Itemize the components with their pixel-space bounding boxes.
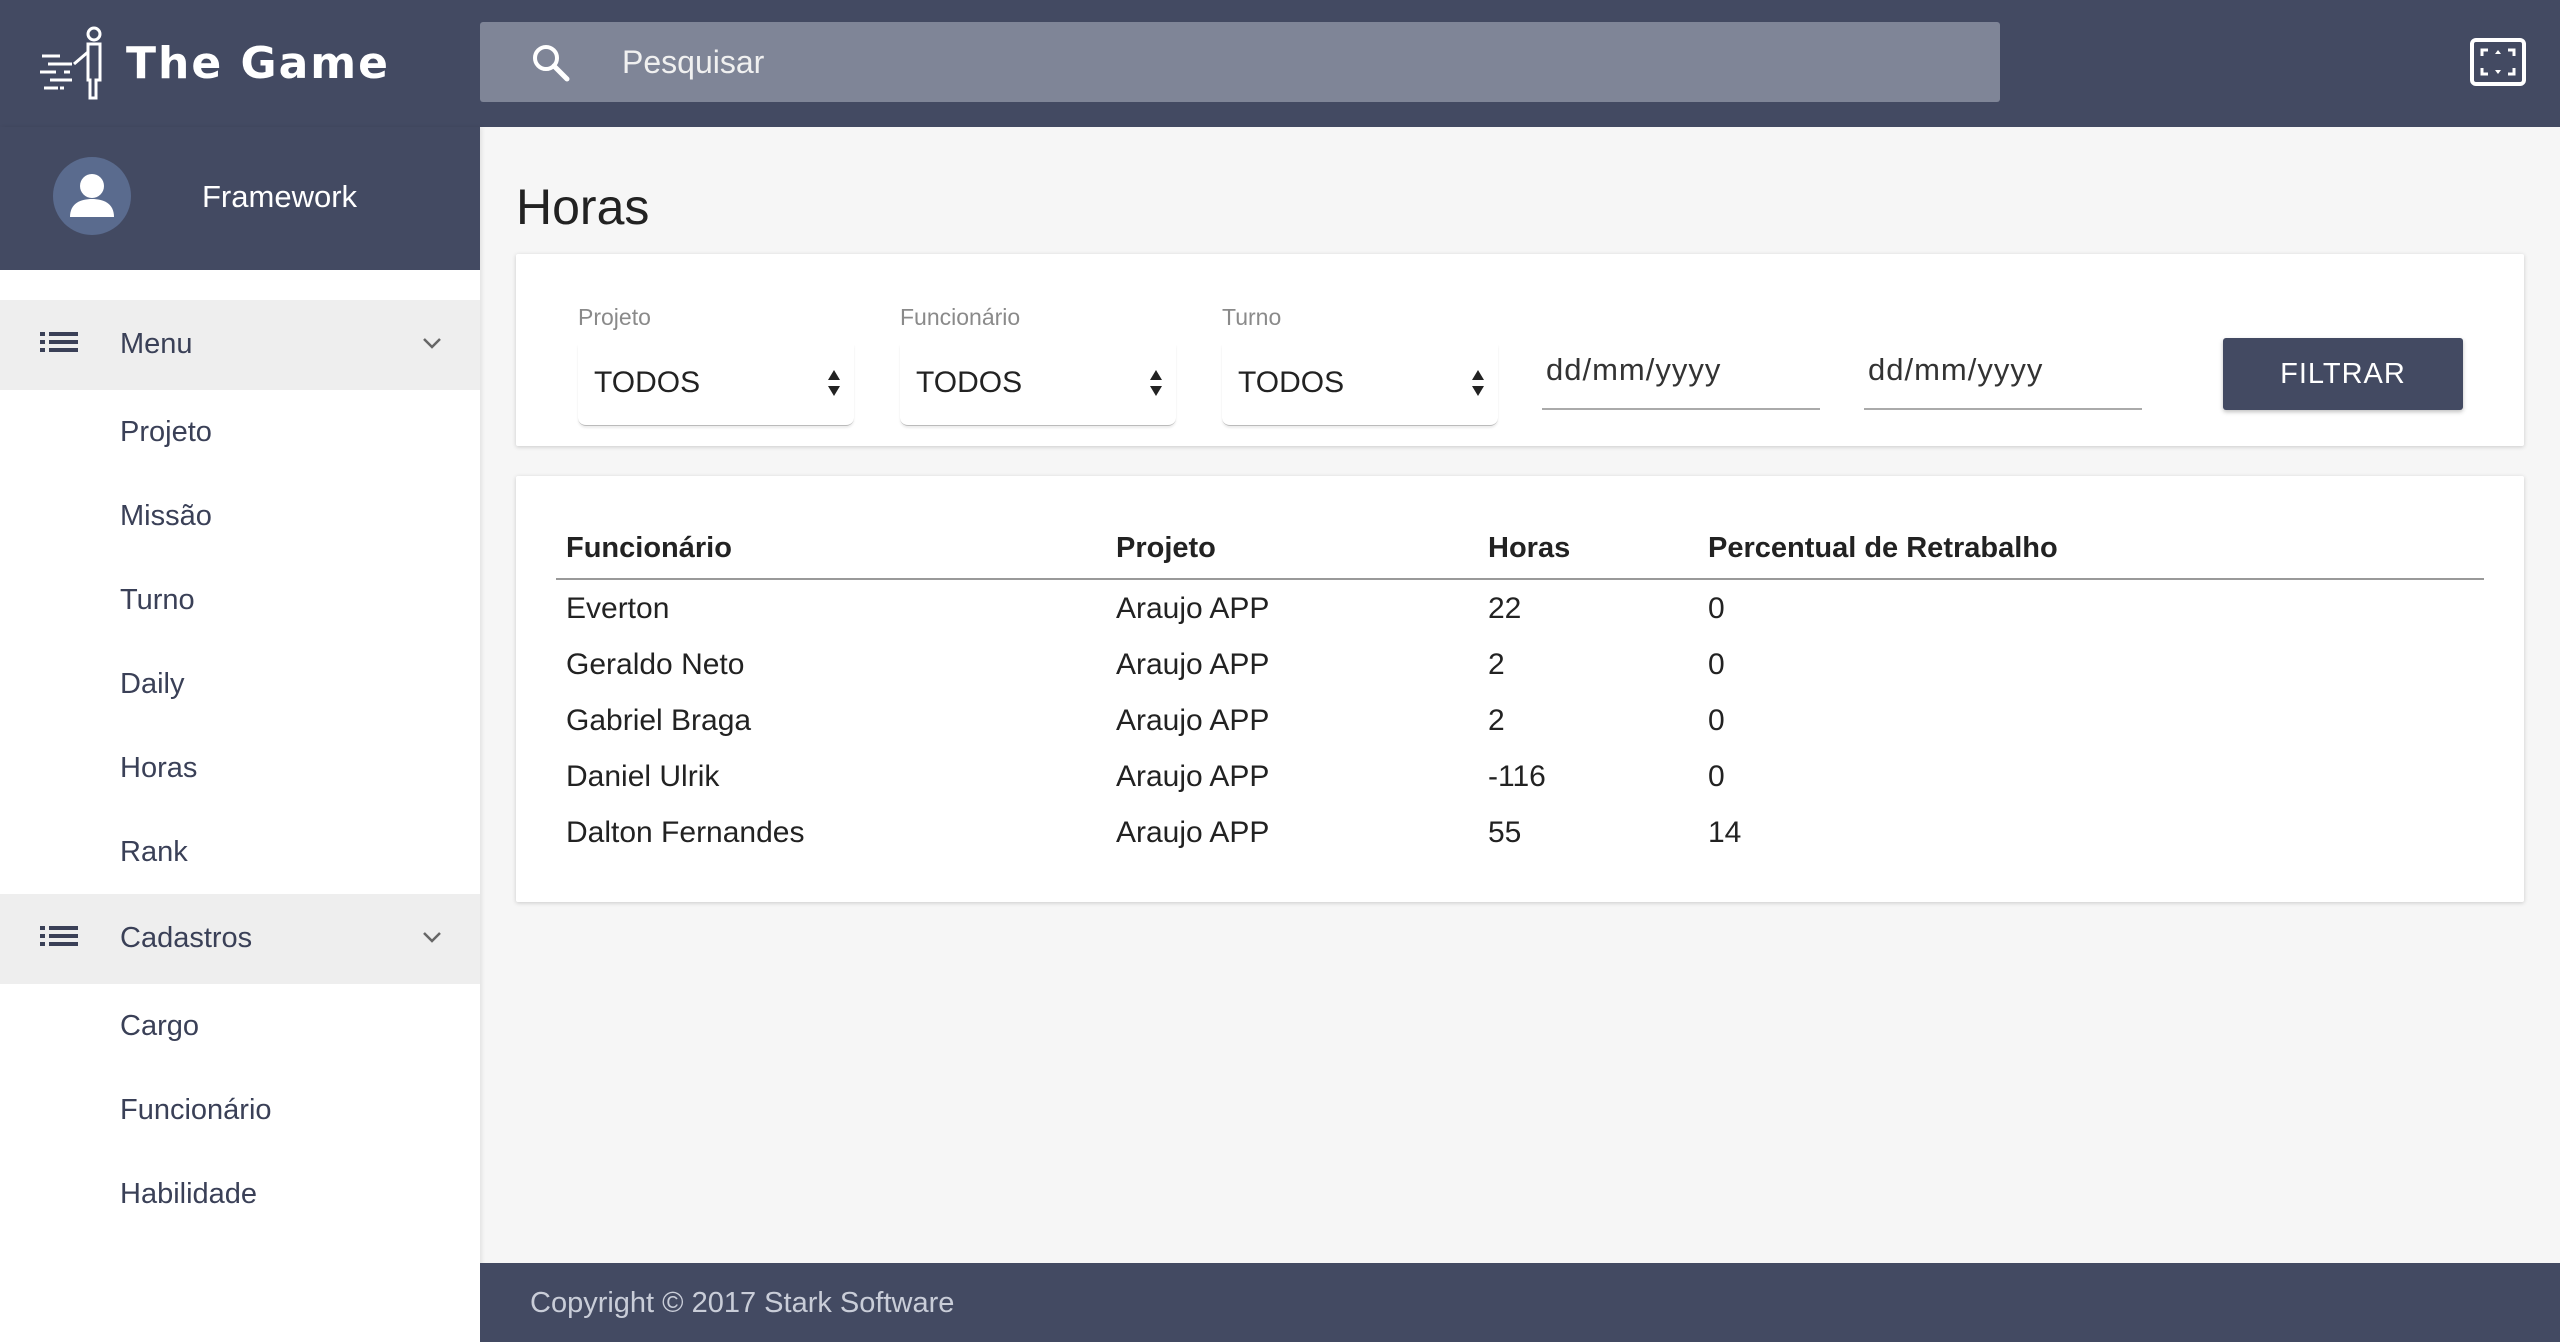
footer: Copyright © 2017 Stark Software — [480, 1263, 2560, 1342]
cell-horas: -116 — [1488, 760, 1546, 793]
sidebar-item-cargo[interactable]: Cargo — [120, 1010, 199, 1043]
projeto-label: Projeto — [578, 304, 651, 330]
cell-funcionario: Daniel Ulrik — [566, 760, 720, 793]
cell-retrabalho: 0 — [1708, 592, 1725, 625]
cell-horas: 55 — [1488, 816, 1522, 849]
date-end-input[interactable]: dd/mm/yyyy — [1864, 336, 2142, 410]
filter-button[interactable]: FILTRAR — [2223, 338, 2463, 410]
cell-retrabalho: 0 — [1708, 648, 1725, 681]
projeto-select-value: TODOS — [594, 366, 701, 399]
sidebar-item-projeto[interactable]: Projeto — [120, 416, 212, 449]
user-icon — [70, 174, 114, 217]
cell-funcionario: Geraldo Neto — [566, 648, 745, 681]
table-row[interactable]: Dalton Fernandes Araujo APP 55 14 — [556, 806, 2484, 862]
hours-table: Funcionário Projeto Horas Percentual de … — [516, 476, 2524, 902]
projeto-select[interactable]: TODOS — [578, 344, 854, 426]
sidebar-item-missao[interactable]: Missão — [120, 500, 212, 533]
chevron-down-icon — [423, 932, 441, 943]
funcionario-select[interactable]: TODOS — [900, 344, 1176, 426]
sidebar-item-turno[interactable]: Turno — [120, 584, 195, 617]
date-start-input[interactable]: dd/mm/yyyy — [1542, 336, 1820, 410]
cell-projeto: Araujo APP — [1116, 592, 1270, 625]
sidebar-item-daily[interactable]: Daily — [120, 668, 184, 701]
table-header: Funcionário Projeto Horas Percentual de … — [556, 526, 2484, 580]
funcionario-select-value: TODOS — [916, 366, 1023, 399]
sidebar-item-habilidade[interactable]: Habilidade — [120, 1178, 257, 1211]
list-icon — [40, 332, 78, 352]
turno-label: Turno — [1222, 304, 1282, 330]
avatar[interactable] — [53, 157, 131, 235]
chevron-down-icon — [423, 338, 441, 349]
column-header-projeto[interactable]: Projeto — [1116, 532, 1216, 565]
sidebar-item-funcionario[interactable]: Funcionário — [120, 1094, 272, 1127]
cell-retrabalho: 0 — [1708, 760, 1725, 793]
cell-horas: 22 — [1488, 592, 1522, 625]
column-header-retrabalho[interactable]: Percentual de Retrabalho — [1708, 532, 2058, 565]
app-title: The Game — [126, 38, 390, 89]
user-panel: Framework — [0, 127, 480, 270]
cell-funcionario: Everton — [566, 592, 670, 625]
select-arrows-icon — [1472, 370, 1484, 396]
copyright-text: Copyright © 2017 Stark Software — [530, 1287, 955, 1319]
cell-retrabalho: 14 — [1708, 816, 1742, 849]
sidebar-item-horas[interactable]: Horas — [120, 752, 197, 785]
table-row[interactable]: Gabriel Braga Araujo APP 2 0 — [556, 694, 2484, 750]
user-name: Framework — [202, 179, 358, 214]
sidebar-group-label: Menu — [120, 328, 193, 360]
table-row[interactable]: Geraldo Neto Araujo APP 2 0 — [556, 638, 2484, 694]
cell-projeto: Araujo APP — [1116, 648, 1270, 681]
table-row[interactable]: Everton Araujo APP 22 0 — [556, 582, 2484, 638]
search-icon[interactable] — [530, 42, 572, 84]
search-input[interactable] — [622, 22, 1962, 102]
cell-retrabalho: 0 — [1708, 704, 1725, 737]
cell-funcionario: Gabriel Braga — [566, 704, 752, 737]
sidebar-group-label: Cadastros — [120, 922, 253, 954]
select-arrows-icon — [828, 370, 840, 396]
cell-projeto: Araujo APP — [1116, 704, 1270, 737]
sidebar-item-rank[interactable]: Rank — [120, 836, 188, 869]
turno-select[interactable]: TODOS — [1222, 344, 1498, 426]
runner-logo-icon — [40, 26, 102, 100]
page-title: Horas — [516, 179, 650, 235]
turno-select-value: TODOS — [1238, 366, 1345, 399]
sidebar-group-cadastros[interactable]: Cadastros — [0, 894, 480, 984]
funcionario-label: Funcionário — [900, 304, 1021, 330]
cell-funcionario: Dalton Fernandes — [566, 816, 805, 849]
cell-projeto: Araujo APP — [1116, 816, 1270, 849]
column-header-horas[interactable]: Horas — [1488, 532, 1570, 565]
date-end-placeholder: dd/mm/yyyy — [1868, 352, 2044, 387]
cell-projeto: Araujo APP — [1116, 760, 1270, 793]
sidebar: Framework Menu Projeto Missão Turno Dail… — [0, 127, 480, 1342]
top-bar: The Game — [0, 0, 2560, 127]
cell-horas: 2 — [1488, 704, 1505, 737]
search-bar — [480, 22, 2000, 102]
column-header-funcionario[interactable]: Funcionário — [566, 532, 732, 565]
brand[interactable]: The Game — [38, 26, 390, 101]
select-arrows-icon — [1150, 370, 1162, 396]
table-row[interactable]: Daniel Ulrik Araujo APP -116 0 — [556, 750, 2484, 806]
date-start-placeholder: dd/mm/yyyy — [1546, 352, 1722, 387]
fullscreen-icon[interactable] — [2470, 38, 2526, 86]
filter-card: Projeto TODOS Funcionário TODOS Turno TO… — [516, 254, 2524, 446]
sidebar-group-menu[interactable]: Menu — [0, 300, 480, 390]
cell-horas: 2 — [1488, 648, 1505, 681]
list-icon — [40, 926, 78, 946]
